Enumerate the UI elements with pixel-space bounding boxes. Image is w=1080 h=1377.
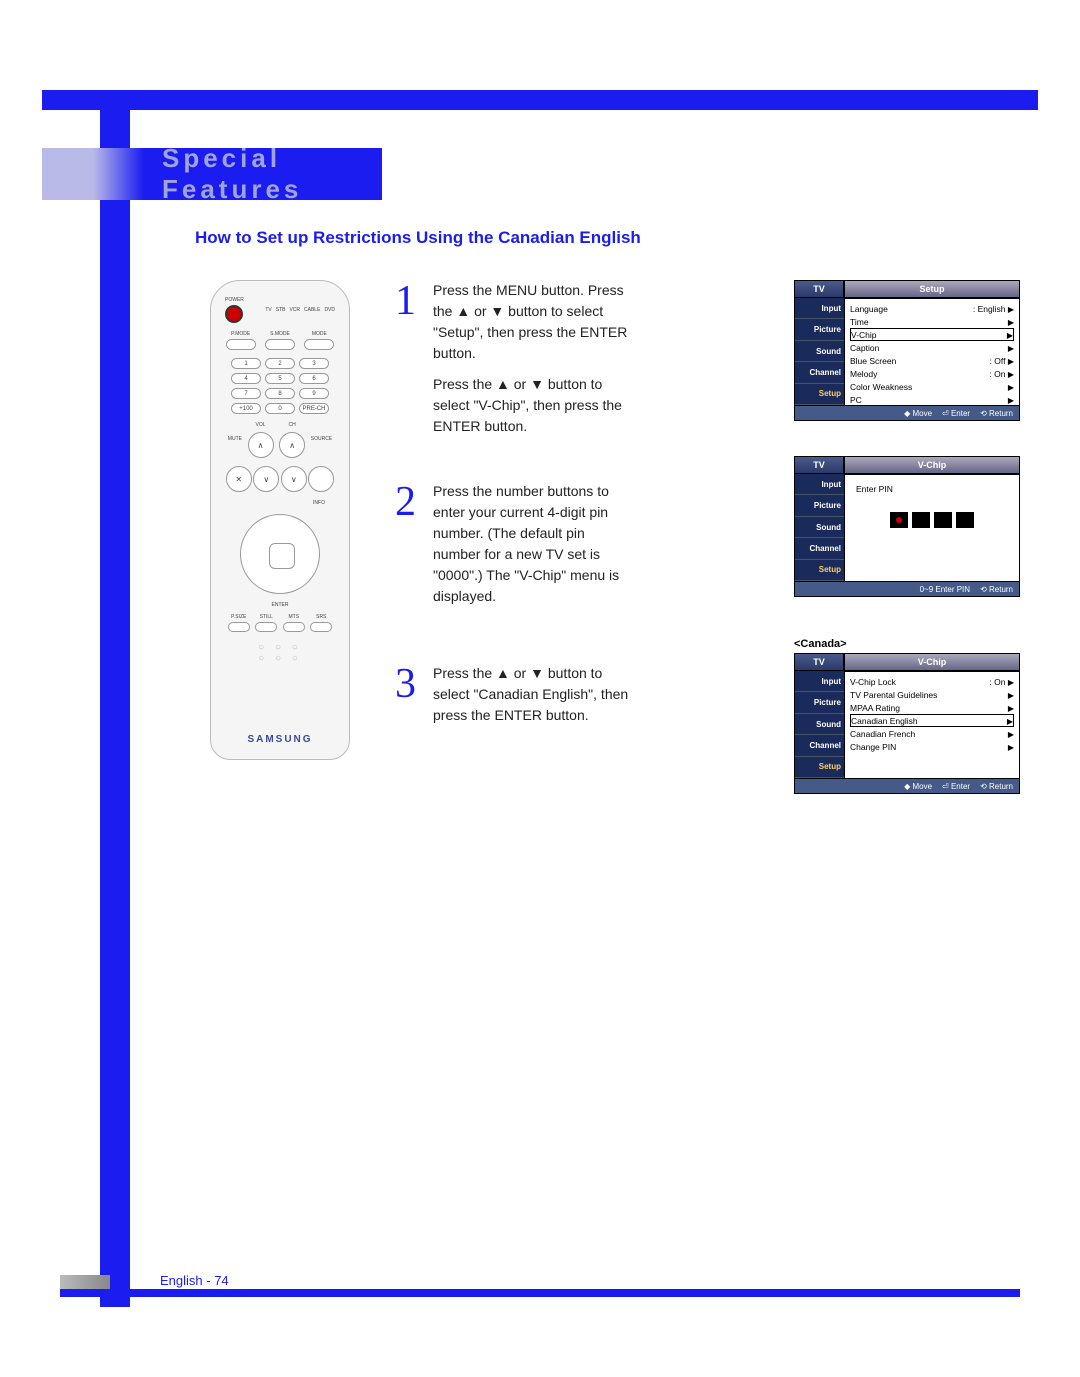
section-title: Special Features — [162, 143, 382, 205]
osd-foot-return: ⟲ Return — [980, 585, 1013, 594]
vol-down-icon: ∨ — [253, 466, 279, 492]
osd-title: V-Chip — [844, 456, 1020, 474]
osd-tab-picture: Picture — [795, 495, 844, 516]
pin-digit — [956, 512, 974, 528]
osd-tv-label: TV — [794, 456, 844, 474]
pmode-button — [226, 339, 256, 350]
osd-menu-item: Blue Screen: Off ▶ — [850, 354, 1014, 367]
canada-label: <Canada> — [794, 638, 1020, 650]
osd-vchip-pin: TV V-Chip Input Picture Sound Channel Se… — [794, 456, 1020, 597]
osd-menu-list: V-Chip Lock: On ▶TV Parental Guidelines … — [844, 671, 1020, 779]
page-number: English - 74 — [160, 1273, 229, 1288]
osd-tab-input: Input — [795, 298, 844, 319]
page-border-left — [100, 90, 130, 1307]
remote-control-illustration: POWER TVSTBVCRCABLEDVD P.MODE S.MODE MOD… — [210, 280, 350, 760]
page-border-top — [42, 90, 1038, 110]
osd-menu-item: Canadian French ▶ — [850, 727, 1014, 740]
vol-up-icon: ∧ — [248, 432, 274, 458]
osd-menu-item: Language: English ▶ — [850, 302, 1014, 315]
ch-up-icon: ∧ — [279, 432, 305, 458]
osd-tab-sound: Sound — [795, 517, 844, 538]
osd-menu-item: Caption ▶ — [850, 341, 1014, 354]
osd-tab-setup: Setup — [795, 560, 844, 581]
step-number: 1 — [395, 280, 419, 322]
page-subtitle: How to Set up Restrictions Using the Can… — [195, 228, 641, 248]
osd-tab-setup: Setup — [795, 384, 844, 405]
osd-foot-return: ⟲ Return — [980, 409, 1013, 418]
osd-title: V-Chip — [844, 653, 1020, 671]
mute-icon: ✕ — [226, 466, 252, 492]
osd-foot-move: ◆ Move — [904, 409, 932, 418]
osd-menu-item: Change PIN ▶ — [850, 740, 1014, 753]
osd-menu-item: MPAA Rating ▶ — [850, 701, 1014, 714]
footer-tab-icon — [60, 1275, 110, 1289]
osd-menu-item: Melody: On ▶ — [850, 367, 1014, 380]
osd-menu-item: V-Chip Lock: On ▶ — [850, 675, 1014, 688]
osd-title: Setup — [844, 280, 1020, 298]
osd-tab-channel: Channel — [795, 735, 844, 756]
mode-button — [304, 339, 334, 350]
osd-vchip-canada: <Canada> TV V-Chip Input Picture Sound C… — [794, 638, 1020, 794]
osd-menu-item: TV Parental Guidelines ▶ — [850, 688, 1014, 701]
osd-menu-list: Language: English ▶Time ▶V-Chip ▶Caption… — [844, 298, 1020, 406]
footer-bar — [60, 1289, 1020, 1297]
osd-foot-enter: ⏎ Enter — [942, 782, 970, 791]
osd-tab-picture: Picture — [795, 319, 844, 340]
brand-logo: SAMSUNG — [211, 734, 349, 745]
osd-tv-label: TV — [794, 653, 844, 671]
osd-menu-item: PC ▶ — [850, 393, 1014, 406]
step-number: 2 — [395, 481, 419, 523]
mts-btn — [283, 622, 305, 632]
osd-tab-setup: Setup — [795, 757, 844, 778]
srs-btn — [310, 622, 332, 632]
step-text: Press the MENU button. Press the ▲ or ▼ … — [433, 280, 633, 364]
led-dots-icon: ○ ○ ○○ ○ ○ — [221, 642, 339, 664]
osd-tab-picture: Picture — [795, 692, 844, 713]
osd-foot-pin: 0~9 Enter PIN — [920, 585, 970, 594]
power-button-icon — [225, 305, 243, 323]
ch-down-icon: ∨ — [281, 466, 307, 492]
osd-tab-channel: Channel — [795, 362, 844, 383]
power-label: POWER — [225, 297, 244, 303]
osd-foot-move: ◆ Move — [904, 782, 932, 791]
source-icon — [308, 466, 334, 492]
osd-tab-sound: Sound — [795, 341, 844, 362]
osd-tab-input: Input — [795, 671, 844, 692]
step-text: Press the ▲ or ▼ button to select "Canad… — [433, 663, 633, 726]
osd-tab-sound: Sound — [795, 714, 844, 735]
pin-digit — [890, 512, 908, 528]
step-text: Press the ▲ or ▼ button to select "V-Chi… — [433, 374, 633, 437]
still-btn — [255, 622, 277, 632]
pin-digit — [934, 512, 952, 528]
pin-digit — [912, 512, 930, 528]
osd-tv-label: TV — [794, 280, 844, 298]
page-footer: English - 74 — [60, 1277, 1020, 1297]
osd-foot-enter: ⏎ Enter — [942, 409, 970, 418]
osd-setup-menu: TV Setup Input Picture Sound Channel Set… — [794, 280, 1020, 421]
step-number: 3 — [395, 663, 419, 705]
enter-pin-label: Enter PIN — [856, 484, 1014, 494]
step-text: Press the number buttons to enter your c… — [433, 481, 633, 607]
psize-btn — [228, 622, 250, 632]
dpad-icon — [240, 514, 320, 594]
smode-button — [265, 339, 295, 350]
osd-tab-channel: Channel — [795, 538, 844, 559]
osd-menu-item: V-Chip ▶ — [850, 328, 1014, 341]
osd-menu-item: Time ▶ — [850, 315, 1014, 328]
osd-menu-item: Color Weakness ▶ — [850, 380, 1014, 393]
osd-pin-entry: Enter PIN — [844, 474, 1020, 582]
numpad: 123 456 789 +1000PRE-CH — [231, 358, 329, 414]
osd-foot-return: ⟲ Return — [980, 782, 1013, 791]
device-labels: TVSTBVCRCABLEDVD — [265, 307, 335, 313]
osd-menu-item: Canadian English ▶ — [850, 714, 1014, 727]
section-header: Special Features — [42, 148, 382, 200]
osd-tab-input: Input — [795, 474, 844, 495]
